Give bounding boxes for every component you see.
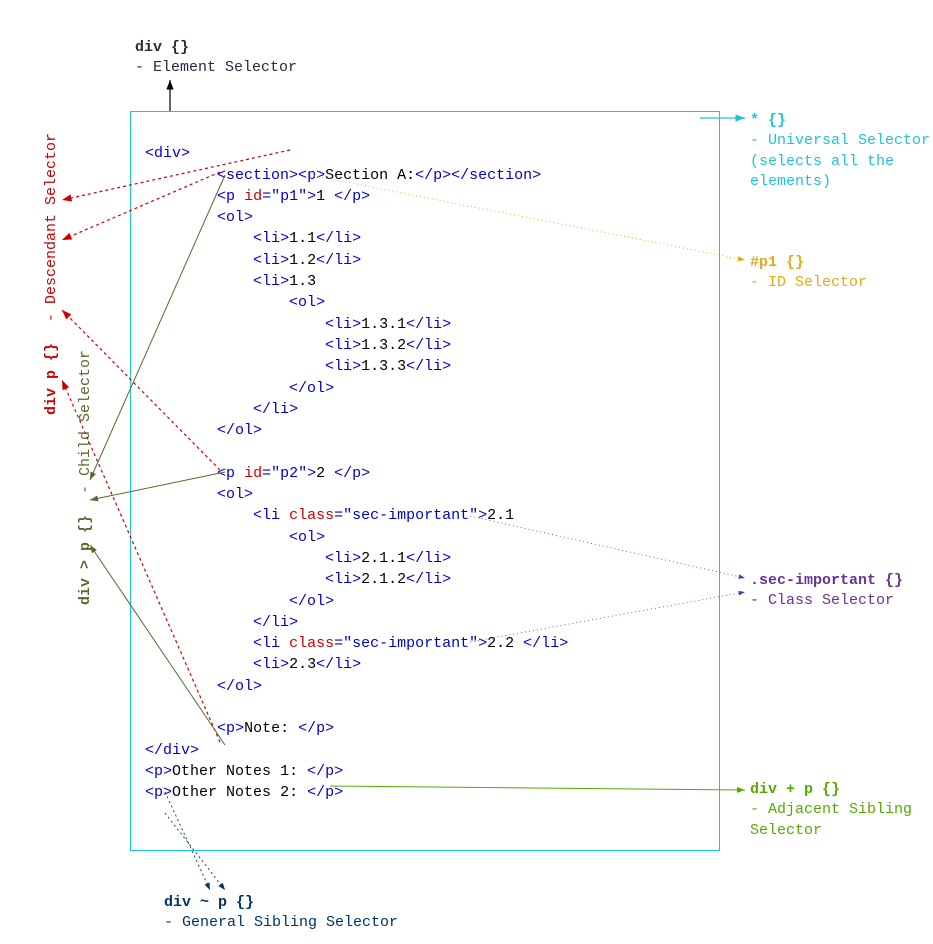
adjacent-selector-sub1: - Adjacent Sibling (750, 800, 912, 820)
descendant-selector-title: div p {} (43, 343, 60, 415)
id-selector-sub: - ID Selector (750, 273, 867, 293)
universal-selector-sub2: (selects all the (750, 152, 930, 172)
id-selector-label: #p1 {} - ID Selector (750, 253, 867, 294)
general-selector-label: div ~ p {} - General Sibling Selector (164, 893, 398, 934)
adjacent-selector-title: div + p {} (750, 781, 840, 798)
child-selector-title: div > p {} (77, 515, 94, 605)
adjacent-selector-sub2: Selector (750, 821, 912, 841)
general-selector-title: div ~ p {} (164, 894, 254, 911)
class-selector-sub: - Class Selector (750, 591, 903, 611)
child-selector-sub: - Child Selector (77, 350, 94, 494)
class-selector-label: .sec-important {} - Class Selector (750, 571, 903, 612)
child-selector-label: div > p {} - Child Selector (76, 350, 96, 605)
universal-selector-sub1: - Universal Selector (750, 131, 930, 151)
class-selector-title: .sec-important {} (750, 572, 903, 589)
general-selector-sub: - General Sibling Selector (164, 913, 398, 933)
element-selector-label: div {} - Element Selector (135, 38, 297, 79)
universal-selector-title: * {} (750, 112, 786, 129)
universal-selector-sub3: elements) (750, 172, 930, 192)
element-selector-title: div {} (135, 39, 189, 56)
code-block: <div> <section><p>Section A:</p></sectio… (130, 111, 720, 851)
element-selector-sub: - Element Selector (135, 58, 297, 78)
descendant-selector-label: div p {} - Descendant Selector (42, 133, 62, 415)
adjacent-selector-label: div + p {} - Adjacent Sibling Selector (750, 780, 912, 841)
descendant-selector-sub: - Descendant Selector (43, 133, 60, 322)
universal-selector-label: * {} - Universal Selector (selects all t… (750, 111, 930, 192)
id-selector-title: #p1 {} (750, 254, 804, 271)
